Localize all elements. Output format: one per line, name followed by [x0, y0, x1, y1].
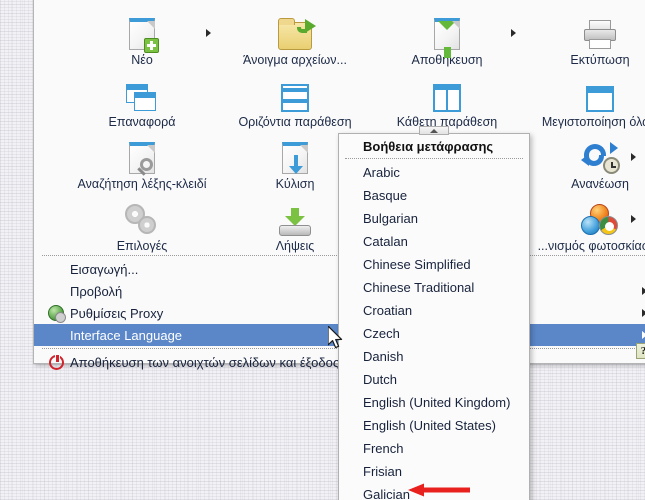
icon-label: Νέο — [131, 53, 153, 67]
icon-label: Επαναφορά — [108, 115, 176, 129]
red-pointer-arrow — [408, 483, 470, 497]
list-item[interactable]: Czech — [339, 322, 529, 345]
list-item[interactable]: Chinese Simplified — [339, 253, 529, 276]
list-item[interactable]: Catalan — [339, 230, 529, 253]
language-label: English (United Kingdom) — [363, 395, 511, 410]
keyword-search-icon — [66, 132, 218, 176]
icon-cell-new[interactable]: Νέο — [66, 8, 218, 67]
horizontal-tile-icon — [219, 70, 371, 112]
icon-label: Μεγιστοποίηση όλων — [541, 115, 645, 129]
submenu-arrow-render-mode[interactable] — [631, 215, 636, 223]
language-label: English (United States) — [363, 418, 496, 433]
list-item[interactable]: English (United Kingdom) — [339, 391, 529, 414]
icon-cell-options[interactable]: Επιλογές — [66, 194, 218, 253]
list-item[interactable]: Dutch — [339, 368, 529, 391]
printer-icon — [524, 8, 645, 50]
menu-item-label: Interface Language — [70, 327, 183, 343]
menu-item-label: Εισαγωγή... — [70, 261, 139, 277]
submenu-header-translation-help: Βοήθεια μετάφρασης — [363, 139, 494, 154]
list-item[interactable]: Danish — [339, 345, 529, 368]
icon-cell-keyword-search[interactable]: Αναζήτηση λέξης-κλειδί — [66, 132, 218, 191]
new-document-icon — [66, 8, 218, 53]
vertical-tile-icon — [371, 70, 523, 112]
menu-item-label: Αποθήκευση των ανοιχτών σελίδων και έξοδ… — [70, 354, 340, 370]
language-label: Frisian — [363, 464, 403, 479]
scroll-up-arrow-icon[interactable] — [419, 126, 449, 135]
icon-label: Εκτύπωση — [570, 53, 630, 67]
icon-cell-open-files[interactable]: Άνοιγμα αρχείων... — [219, 8, 371, 67]
submenu-arrow-new[interactable] — [206, 29, 211, 37]
icon-label: Ανανέωση — [571, 177, 629, 191]
language-label: Bulgarian — [363, 211, 418, 226]
language-label: Dutch — [363, 372, 397, 387]
icon-label: Οριζόντια παράθεση — [238, 115, 352, 129]
icon-cell-vertical-tile[interactable]: Κάθετη παράθεση — [371, 70, 523, 129]
language-label: Arabic — [363, 165, 400, 180]
maximize-all-icon — [524, 70, 645, 112]
menu-item-label: Προβολή — [70, 283, 123, 299]
interface-language-submenu: Βοήθεια μετάφρασης Arabic Basque Bulgari… — [338, 126, 530, 500]
help-button[interactable]: ? — [636, 343, 645, 359]
language-label: Czech — [363, 326, 400, 341]
icon-cell-save[interactable]: Αποθήκευση — [371, 8, 523, 67]
submenu-arrow-save[interactable] — [511, 29, 516, 37]
icon-label: Επιλογές — [116, 239, 168, 253]
list-item[interactable]: Chinese Traditional — [339, 276, 529, 299]
save-download-icon — [371, 8, 523, 58]
browsers-render-icon — [524, 194, 645, 236]
gears-options-icon — [66, 194, 218, 236]
list-item[interactable]: English (United States) — [339, 414, 529, 437]
list-item[interactable]: Croatian — [339, 299, 529, 322]
icon-label: ...νισμός φωτοσκίασης — [537, 239, 645, 253]
icon-cell-print[interactable]: Εκτύπωση — [524, 8, 645, 67]
submenu-arrow-refresh[interactable] — [631, 153, 636, 161]
icon-label: Άνοιγμα αρχείων... — [243, 53, 347, 67]
icon-label: Αναζήτηση λέξης-κλειδί — [77, 177, 207, 191]
icon-cell-horizontal-tile[interactable]: Οριζόντια παράθεση — [219, 70, 371, 129]
menu-item-label: Ρυθμίσεις Proxy — [70, 305, 164, 321]
refresh-clock-icon — [524, 132, 645, 174]
proxy-globe-icon — [44, 305, 68, 323]
restore-windows-icon — [66, 70, 218, 112]
list-item[interactable]: Bulgarian — [339, 207, 529, 230]
mouse-cursor-arrow — [328, 326, 343, 349]
icon-cell-maximize-all[interactable]: Μεγιστοποίηση όλων — [524, 70, 645, 129]
language-label: Chinese Simplified — [363, 257, 471, 272]
icon-cell-render-mode[interactable]: ...νισμός φωτοσκίασης — [524, 194, 645, 253]
list-item[interactable]: Frisian — [339, 460, 529, 483]
accelerator-letter: G — [363, 487, 374, 500]
language-label: alician — [373, 487, 410, 500]
language-label: Catalan — [363, 234, 408, 249]
icon-cell-refresh[interactable]: Ανανέωση — [524, 132, 645, 191]
list-item[interactable]: Arabic — [339, 161, 529, 184]
language-label: Chinese Traditional — [363, 280, 475, 295]
open-folder-icon — [219, 8, 371, 50]
list-item[interactable]: French — [339, 437, 529, 460]
language-label: Danish — [363, 349, 404, 364]
icon-cell-restore[interactable]: Επαναφορά — [66, 70, 218, 129]
language-label: Basque — [363, 188, 408, 203]
language-label: French — [363, 441, 404, 456]
power-exit-icon — [44, 354, 68, 370]
language-label: Croatian — [363, 303, 413, 318]
list-item[interactable]: Basque — [339, 184, 529, 207]
language-list: Arabic Basque Bulgarian Catalan Chinese … — [339, 159, 529, 500]
